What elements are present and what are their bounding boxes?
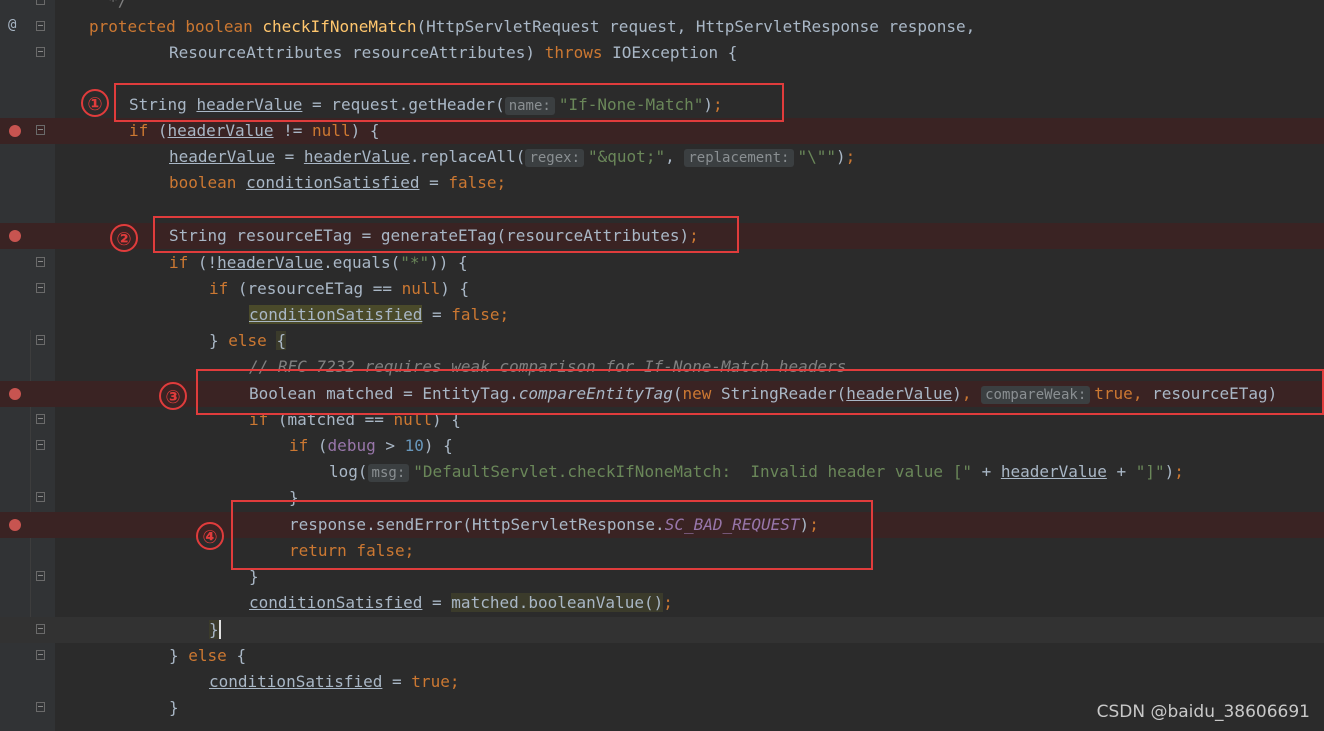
code-text: if (debug > 10) { — [289, 436, 453, 455]
param-hint: replacement: — [684, 149, 794, 167]
fold-marker-icon[interactable] — [36, 440, 45, 450]
code-text: protected boolean checkIfNoneMatch(HttpS… — [89, 17, 976, 36]
code-text: conditionSatisfied = false; — [249, 305, 510, 324]
code-text: ResourceAttributes resourceAttributes) t… — [169, 43, 738, 62]
code-line[interactable]: } else { — [0, 643, 1324, 669]
code-line[interactable]: conditionSatisfied = true; — [0, 669, 1324, 695]
fold-marker-icon[interactable] — [36, 624, 45, 634]
annotation-box-4 — [231, 500, 873, 570]
code-text: conditionSatisfied = matched.booleanValu… — [249, 593, 673, 612]
annotation-box-3 — [196, 369, 1324, 415]
fold-marker-icon[interactable] — [36, 702, 45, 712]
code-line[interactable]: log(msg: "DefaultServlet.checkIfNoneMatch… — [0, 459, 1324, 485]
code-text: boolean conditionSatisfied = false; — [169, 173, 507, 192]
code-text: } else { — [209, 331, 287, 350]
code-text: if (!headerValue.equals("*")) { — [169, 253, 468, 272]
breakpoint-icon[interactable] — [9, 519, 21, 531]
code-line[interactable]: } else { — [0, 328, 1324, 354]
fold-marker-icon[interactable] — [36, 257, 45, 267]
breakpoint-icon[interactable] — [9, 230, 21, 242]
code-line[interactable]: if (!headerValue.equals("*")) { — [0, 250, 1324, 276]
override-at-icon[interactable]: @ — [8, 17, 16, 33]
code-text: } else { — [169, 646, 247, 665]
fold-marker-icon[interactable] — [36, 335, 45, 345]
param-hint: regex: — [525, 149, 585, 167]
fold-marker-icon[interactable] — [36, 47, 45, 57]
code-line[interactable]: conditionSatisfied = false; — [0, 302, 1324, 328]
code-line[interactable]: ResourceAttributes resourceAttributes) t… — [0, 40, 1324, 66]
code-text: conditionSatisfied = true; — [209, 672, 460, 691]
code-line[interactable]: @ protected boolean checkIfNoneMatch(Htt… — [0, 14, 1324, 40]
code-line[interactable]: boolean conditionSatisfied = false; — [0, 170, 1324, 196]
code-line[interactable]: conditionSatisfied = matched.booleanValu… — [0, 590, 1324, 616]
code-line[interactable]: headerValue = headerValue.replaceAll(reg… — [0, 144, 1324, 170]
breakpoint-icon[interactable] — [9, 125, 21, 137]
code-text: } — [169, 698, 179, 717]
annotation-number-4: ④ — [196, 522, 224, 550]
code-text: headerValue = headerValue.replaceAll(reg… — [169, 147, 856, 167]
fold-marker-icon[interactable] — [36, 414, 45, 424]
fold-marker-icon[interactable] — [36, 571, 45, 581]
fold-marker-icon[interactable] — [36, 283, 45, 293]
code-line[interactable]: */ — [0, 0, 1324, 14]
fold-marker-icon[interactable] — [36, 650, 45, 660]
fold-marker-icon[interactable] — [36, 492, 45, 502]
code-text: log(msg: "DefaultServlet.checkIfNoneMatch… — [329, 462, 1184, 482]
annotation-number-2: ② — [110, 224, 138, 252]
param-hint: msg: — [367, 464, 410, 482]
code-text: } — [209, 620, 221, 639]
code-text: } — [249, 567, 259, 586]
code-line-current[interactable]: } — [0, 617, 1324, 643]
breakpoint-icon[interactable] — [9, 388, 21, 400]
fold-marker-icon[interactable] — [36, 125, 45, 135]
annotation-number-1: ① — [81, 89, 109, 117]
annotation-box-1 — [114, 83, 784, 122]
code-text: if (headerValue != null) { — [129, 121, 380, 140]
annotation-box-2 — [153, 216, 739, 253]
code-text: if (resourceETag == null) { — [209, 279, 470, 298]
code-line[interactable]: if (debug > 10) { — [0, 433, 1324, 459]
code-text: */ — [89, 0, 128, 10]
code-line[interactable]: if (resourceETag == null) { — [0, 276, 1324, 302]
watermark: CSDN @baidu_38606691 — [1096, 702, 1310, 722]
annotation-number-3: ③ — [159, 382, 187, 410]
fold-marker-icon[interactable] — [36, 0, 45, 5]
fold-marker-icon[interactable] — [36, 21, 45, 31]
